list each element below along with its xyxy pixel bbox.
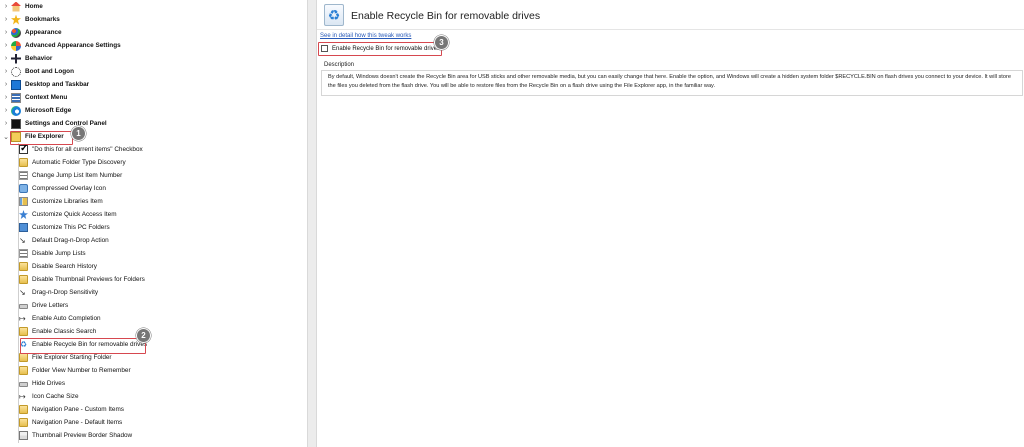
overlay-icon	[19, 184, 28, 193]
tree-item-customize-libraries[interactable]: Customize Libraries Item	[0, 195, 307, 208]
arrow-icon: ↦	[19, 314, 26, 323]
tree-item-automatic-folder-type[interactable]: Automatic Folder Type Discovery	[0, 156, 307, 169]
tree-item-folder-view-number[interactable]: Folder View Number to Remember	[0, 364, 307, 377]
tree-item-enable-recycle-bin[interactable]: ♻ Enable Recycle Bin for removable drives	[0, 338, 307, 351]
expand-icon[interactable]: ›	[2, 68, 10, 75]
tree-item-starting-folder[interactable]: File Explorer Starting Folder	[0, 351, 307, 364]
folder-icon	[19, 275, 28, 284]
tree-item-enable-auto-completion[interactable]: ↦ Enable Auto Completion	[0, 312, 307, 325]
arrow-icon: ↦	[19, 392, 26, 401]
file-explorer-icon	[11, 131, 21, 142]
libraries-icon	[19, 197, 28, 206]
tree-item-boot-logon[interactable]: › Boot and Logon	[0, 65, 307, 78]
step-badge-3: 3	[434, 35, 449, 50]
tree-item-disable-thumbnail-previews[interactable]: Disable Thumbnail Previews for Folders	[0, 273, 307, 286]
tree-item-compressed-overlay[interactable]: Compressed Overlay Icon	[0, 182, 307, 195]
option-row[interactable]: Enable Recycle Bin for removable drives	[321, 45, 440, 52]
arrow-icon: ↘	[19, 288, 26, 297]
description-label: Description	[324, 62, 355, 68]
enable-recycle-bin-checkbox[interactable]	[321, 45, 328, 52]
tree-item-hide-drives[interactable]: Hide Drives	[0, 377, 307, 390]
folder-icon	[19, 405, 28, 414]
boot-icon	[11, 66, 21, 77]
expand-icon[interactable]: ›	[2, 55, 10, 62]
expand-icon[interactable]: ›	[2, 81, 10, 88]
behavior-icon	[11, 53, 21, 64]
tree-item-drag-drop-sensitivity[interactable]: ↘ Drag-n-Drop Sensitivity	[0, 286, 307, 299]
tree-item-appearance[interactable]: › Appearance	[0, 26, 307, 39]
arrow-icon: ↘	[19, 236, 26, 245]
tree-item-drive-letters[interactable]: Drive Letters	[0, 299, 307, 312]
tree-item-context-menu[interactable]: › Context Menu	[0, 91, 307, 104]
tweak-detail-pane: ♻ Enable Recycle Bin for removable drive…	[317, 0, 1024, 447]
context-menu-icon	[11, 92, 21, 103]
tree-item-customize-this-pc[interactable]: Customize This PC Folders	[0, 221, 307, 234]
description-box: By default, Windows doesn't create the R…	[321, 70, 1023, 96]
thumbnail-icon	[19, 431, 28, 440]
control-panel-icon	[11, 118, 21, 129]
tree-item-microsoft-edge[interactable]: › Microsoft Edge	[0, 104, 307, 117]
tree-item-icon-cache-size[interactable]: ↦ Icon Cache Size	[0, 390, 307, 403]
expand-icon[interactable]: ›	[2, 16, 10, 23]
tree-item-nav-pane-default[interactable]: Navigation Pane - Default Items	[0, 416, 307, 429]
tree-item-desktop-taskbar[interactable]: › Desktop and Taskbar	[0, 78, 307, 91]
list-icon	[19, 171, 28, 180]
expand-icon[interactable]: ›	[2, 120, 10, 127]
tree-item-customize-quick-access[interactable]: Customize Quick Access Item	[0, 208, 307, 221]
this-pc-icon	[19, 223, 28, 232]
tree-item-advanced-appearance[interactable]: › Advanced Appearance Settings	[0, 39, 307, 52]
folder-icon	[19, 353, 28, 362]
folder-icon	[19, 418, 28, 427]
checkbox-icon	[19, 143, 28, 154]
desktop-icon	[11, 79, 21, 90]
tree-item-nav-pane-custom[interactable]: Navigation Pane - Custom Items	[0, 403, 307, 416]
star-icon	[11, 14, 21, 25]
expand-icon[interactable]: ›	[2, 94, 10, 101]
recycle-bin-icon: ♻	[19, 340, 28, 349]
navigation-tree[interactable]: › Home › Bookmarks › Appearance › Advanced A…	[0, 0, 307, 447]
detail-link[interactable]: See in detail how this tweak works	[320, 33, 411, 39]
step-badge-1: 1	[71, 126, 86, 141]
folder-icon	[19, 327, 28, 336]
folder-icon	[19, 366, 28, 375]
tree-item-bookmarks[interactable]: › Bookmarks	[0, 13, 307, 26]
tweak-header: ♻ Enable Recycle Bin for removable drive…	[317, 0, 1024, 30]
folder-icon	[19, 158, 28, 167]
advanced-appearance-icon	[11, 40, 21, 51]
home-icon	[11, 1, 21, 12]
expand-icon[interactable]: ›	[2, 42, 10, 49]
tree-item-default-drag-drop[interactable]: ↘ Default Drag-n-Drop Action	[0, 234, 307, 247]
collapse-icon[interactable]: ⌄	[2, 133, 10, 141]
pane-splitter[interactable]	[307, 0, 317, 447]
drive-icon	[19, 382, 28, 387]
list-icon	[19, 249, 28, 258]
step-badge-2: 2	[136, 328, 151, 343]
tree-item-thumbnail-border-shadow[interactable]: Thumbnail Preview Border Shadow	[0, 429, 307, 442]
tree-item-home[interactable]: › Home	[0, 0, 307, 13]
tree-item-do-this-checkbox[interactable]: "Do this for all current items" Checkbox	[0, 143, 307, 156]
tree-item-enable-classic-search[interactable]: Enable Classic Search	[0, 325, 307, 338]
expand-icon[interactable]: ›	[2, 29, 10, 36]
tree-item-file-explorer[interactable]: ⌄ File Explorer	[0, 130, 307, 143]
folder-icon	[19, 262, 28, 271]
recycle-bin-icon: ♻	[324, 4, 344, 26]
quick-access-icon	[19, 210, 28, 219]
palette-icon	[11, 27, 21, 38]
drive-icon	[19, 304, 28, 309]
edge-icon	[11, 105, 21, 116]
expand-icon[interactable]: ›	[2, 3, 10, 10]
tweak-title: Enable Recycle Bin for removable drives	[351, 10, 541, 22]
tree-item-jump-list-number[interactable]: Change Jump List Item Number	[0, 169, 307, 182]
expand-icon[interactable]: ›	[2, 107, 10, 114]
tree-item-disable-search-history[interactable]: Disable Search History	[0, 260, 307, 273]
tree-item-disable-jump-lists[interactable]: Disable Jump Lists	[0, 247, 307, 260]
tree-item-settings-control-panel[interactable]: › Settings and Control Panel	[0, 117, 307, 130]
option-label[interactable]: Enable Recycle Bin for removable drives	[332, 46, 440, 52]
tree-item-behavior[interactable]: › Behavior	[0, 52, 307, 65]
